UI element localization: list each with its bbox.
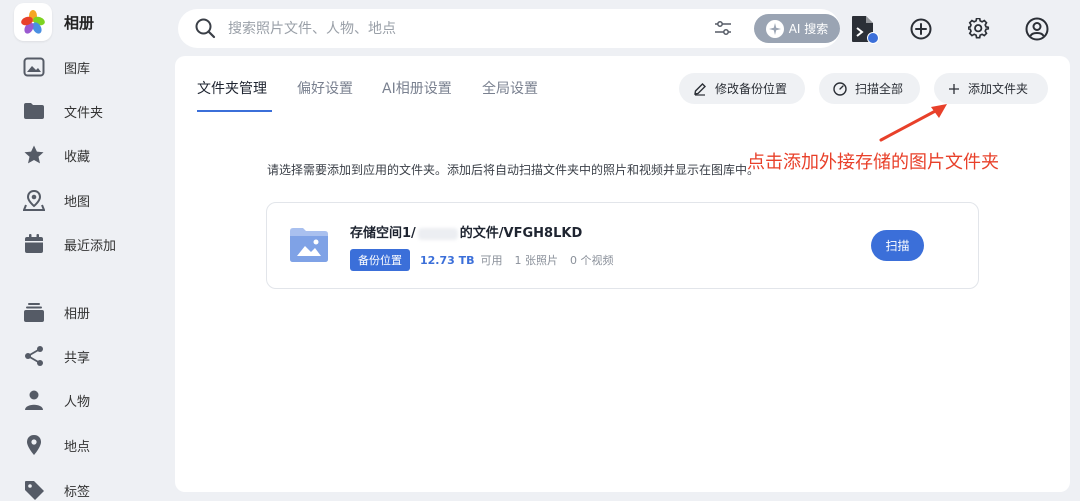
app-title: 相册 [64,13,95,32]
folder-path: 存储空间1/的文件/VFGH8LKD [350,222,582,241]
star-icon [22,143,46,167]
ai-search-button[interactable]: AI 搜索 [754,14,840,43]
photo-library-icon [22,55,46,79]
plus-circle-icon [910,18,932,40]
tag-icon [22,478,46,501]
sidebar-item-recent[interactable]: 最近添加 [22,230,162,258]
sidebar-item-label: 相册 [64,306,91,322]
tab-ai-album-settings[interactable]: AI相册设置 [382,78,452,100]
sidebar-item-share[interactable]: 共享 [22,342,162,370]
album-stack-icon [22,300,46,324]
sidebar-item-albums[interactable]: 相册 [22,298,162,326]
sidebar-item-label: 标签 [64,484,91,500]
share-icon [22,344,46,368]
storage-suffix: 可用 [480,254,503,267]
sidebar-item-people[interactable]: 人物 [22,386,162,414]
filter-icon[interactable] [714,19,732,41]
redacted-segment [417,227,458,240]
location-icon [22,433,46,457]
sidebar-item-label: 收藏 [64,149,91,165]
sidebar-item-label: 地图 [64,194,91,210]
sidebar-item-label: 地点 [64,439,91,455]
edit-backup-label: 修改备份位置 [715,82,788,96]
sidebar: 相册 图库 文件夹 收藏 地图 最近添加 相册 共享 人物 地点 标签 [0,0,170,501]
folder-icon [22,99,46,123]
plus-icon [948,83,960,95]
account-button[interactable] [1017,9,1057,49]
storage-available: 12.73 TB [420,253,475,267]
sidebar-item-map[interactable]: 地图 [22,186,162,214]
map-pin-icon [22,188,46,212]
sidebar-item-label: 最近添加 [64,238,117,254]
search-icon[interactable] [194,17,216,43]
sidebar-item-label: 人物 [64,394,91,410]
tab-preferences[interactable]: 偏好设置 [297,78,353,100]
folder-path-prefix: 存储空间1/ [350,226,416,241]
instruction-text: 请选择需要添加到应用的文件夹。添加后将自动扫描文件夹中的照片和视频并显示在图库中… [267,163,760,177]
sidebar-item-label: 共享 [64,350,91,366]
annotation-text: 点击添加外接存储的图片文件夹 [747,152,999,173]
video-count: 0 个视频 [570,254,614,267]
folder-card: 存储空间1/的文件/VFGH8LKD 备份位置 12.73 TB 可用 1 张照… [266,202,979,289]
app-logo-icon [14,3,52,41]
scan-gauge-icon [833,81,847,96]
sidebar-item-label: 图库 [64,61,91,77]
backup-location-badge: 备份位置 [350,249,410,271]
add-folder-label: 添加文件夹 [968,82,1029,96]
sidebar-item-label: 文件夹 [64,105,104,121]
calendar-icon [22,232,46,256]
folder-image-icon [289,225,329,267]
sidebar-item-library[interactable]: 图库 [22,53,162,81]
settings-button[interactable] [959,9,999,49]
folder-meta: 备份位置 12.73 TB 可用 1 张照片 0 个视频 [350,249,614,271]
gear-icon [968,18,990,40]
sparkle-icon [765,19,784,38]
document-status-button[interactable] [843,9,883,49]
tab-active-indicator [197,110,272,112]
sidebar-item-places[interactable]: 地点 [22,431,162,459]
sidebar-item-folder[interactable]: 文件夹 [22,97,162,125]
scan-all-label: 扫描全部 [855,82,904,96]
scan-folder-button[interactable]: 扫描 [871,230,924,261]
pencil-icon [693,82,707,96]
edit-backup-location-button[interactable]: 修改备份位置 [679,73,805,104]
sidebar-item-favorites[interactable]: 收藏 [22,141,162,169]
check-badge-icon [867,32,879,44]
add-button[interactable] [901,9,941,49]
search-bar: AI 搜索 [178,9,840,48]
search-input[interactable] [228,17,668,41]
user-avatar-icon [1025,17,1049,41]
sidebar-item-tags[interactable]: 标签 [22,476,162,501]
photo-count: 1 张照片 [514,254,559,267]
tab-folder-management[interactable]: 文件夹管理 [197,78,267,100]
folder-path-suffix: 的文件/VFGH8LKD [459,226,583,241]
ai-search-label: AI 搜索 [788,22,829,36]
person-icon [22,388,46,412]
main-panel: 文件夹管理 偏好设置 AI相册设置 全局设置 修改备份位置 扫描全部 添加文件夹… [175,56,1070,492]
app-header: 相册 [14,3,95,41]
annotation-arrow-icon [879,104,947,142]
tab-global-settings[interactable]: 全局设置 [482,78,538,100]
